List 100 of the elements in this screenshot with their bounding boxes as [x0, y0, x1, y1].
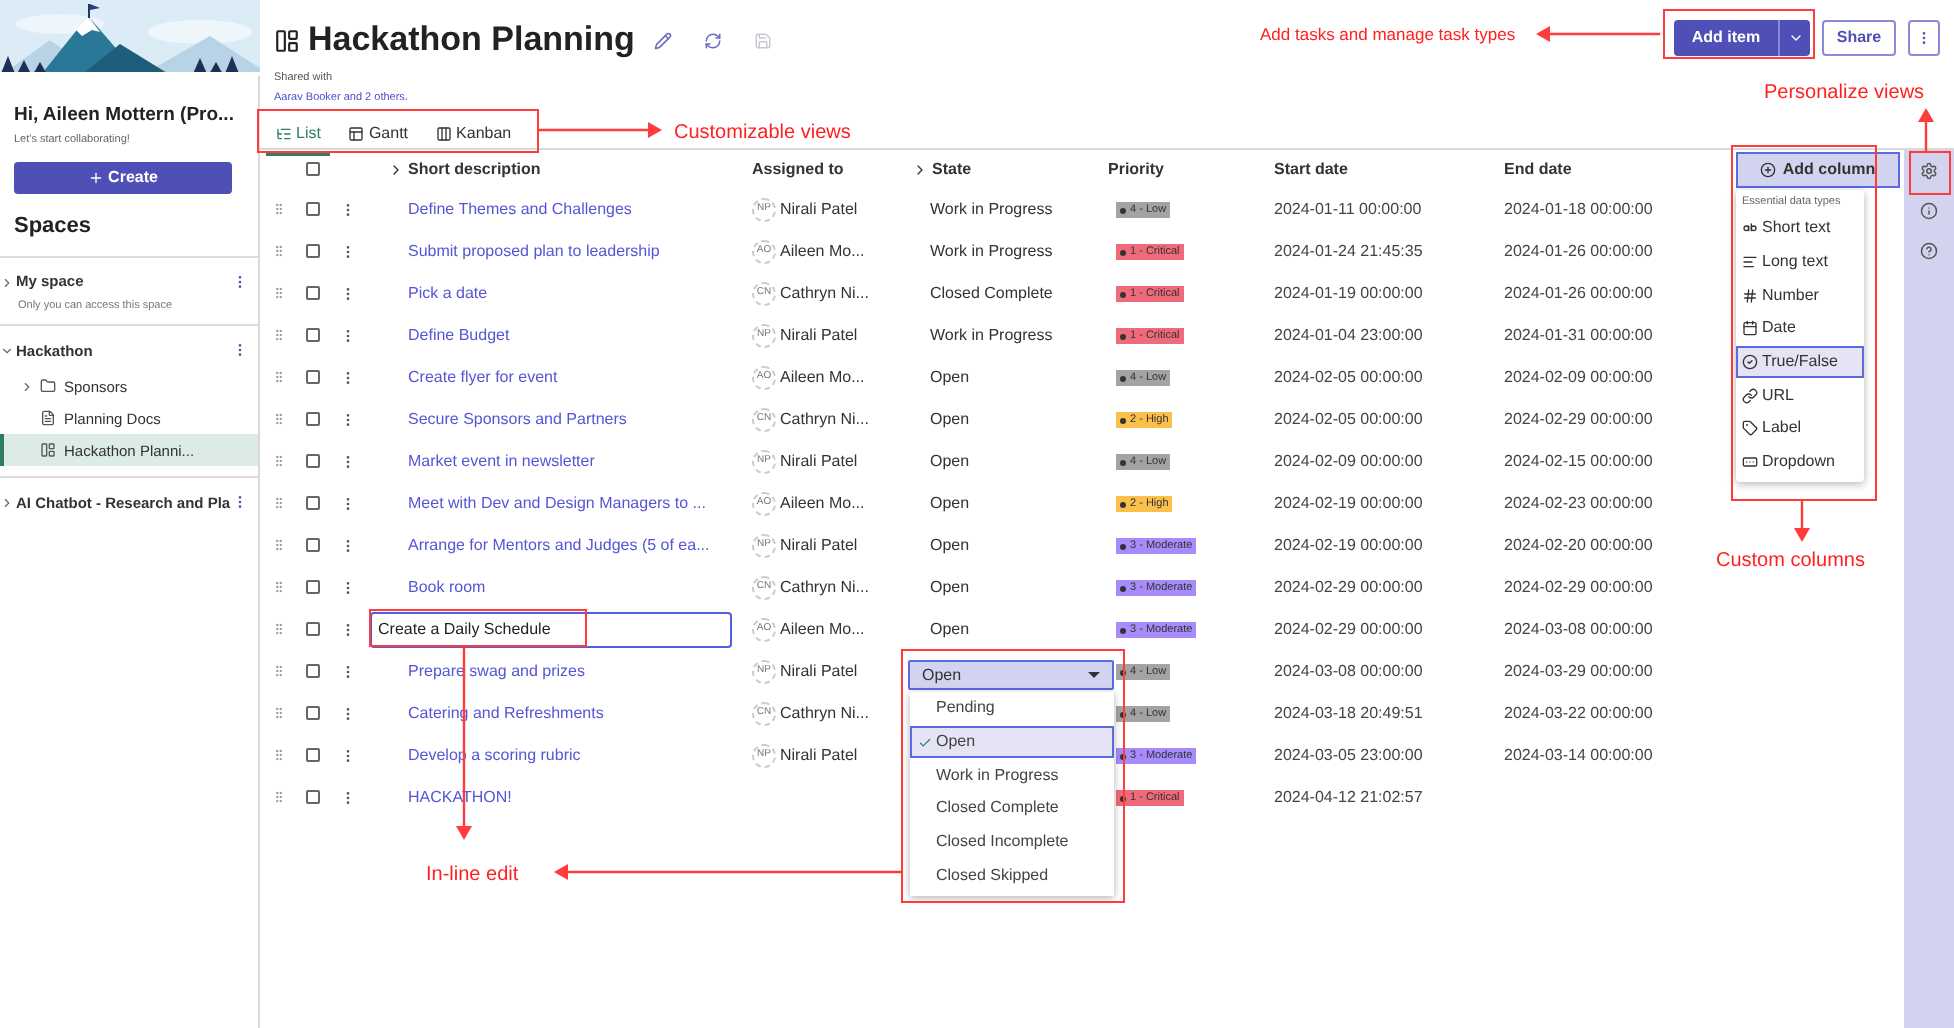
checkbox[interactable] [306, 454, 320, 468]
column-header[interactable]: End date [1504, 159, 1572, 177]
menu-item[interactable]: Long text [1736, 245, 1864, 279]
menu-item[interactable]: Short text [1736, 212, 1864, 246]
drag-handle-icon[interactable] [271, 496, 285, 510]
menu-item[interactable]: Label [1736, 412, 1864, 446]
expand-icon[interactable] [388, 161, 404, 177]
add-column-button[interactable]: Add column [1736, 151, 1900, 187]
menu-item[interactable]: True/False [1736, 345, 1864, 379]
help-icon[interactable] [1920, 242, 1938, 260]
checkbox[interactable] [306, 162, 320, 176]
task-link[interactable]: Define Budget [366, 323, 510, 347]
state-option[interactable]: Closed Skipped [910, 858, 1114, 893]
checkbox[interactable] [306, 244, 320, 258]
state-text: Open [930, 367, 970, 385]
drag-handle-icon[interactable] [271, 580, 285, 594]
assignee-name: Cathryn Ni... [780, 575, 869, 599]
more-button[interactable] [1908, 20, 1940, 56]
column-header[interactable]: Start date [1274, 159, 1348, 177]
edit-icon[interactable] [654, 31, 673, 49]
drag-handle-icon[interactable] [271, 790, 285, 804]
task-link[interactable]: Arrange for Mentors and Judges (5 of ea... [366, 533, 710, 557]
chevron-down-icon[interactable] [0, 343, 16, 358]
state-option[interactable]: Pending [910, 692, 1114, 726]
column-header[interactable]: Priority [1108, 159, 1165, 177]
checkbox[interactable] [306, 412, 320, 426]
label-type-icon [1742, 420, 1758, 437]
assignee-name: Nirali Patel [780, 533, 858, 557]
caret-icon [1088, 672, 1100, 678]
dropdown-button[interactable] [1778, 20, 1810, 56]
view-tab[interactable]: List [266, 117, 331, 155]
task-link[interactable]: Book room [366, 575, 486, 599]
state-option[interactable]: Open [910, 725, 1114, 759]
board-icon [274, 27, 300, 53]
checkbox[interactable] [306, 748, 320, 762]
column-header[interactable]: Assigned to [752, 159, 844, 177]
create-button[interactable]: Create [14, 161, 232, 193]
drag-handle-icon[interactable] [271, 412, 285, 426]
highlight-frame [1909, 151, 1951, 195]
task-link[interactable]: Market event in newsletter [366, 449, 595, 473]
inline-edit-field[interactable]: Create a Daily Schedule [370, 611, 732, 647]
state-option[interactable]: Closed Incomplete [910, 825, 1114, 859]
url-type-icon [1742, 387, 1758, 404]
menu-item[interactable]: Dropdown [1736, 445, 1864, 479]
chevron-right-icon[interactable] [20, 379, 34, 394]
checkbox[interactable] [306, 286, 320, 300]
checkbox[interactable] [306, 664, 320, 678]
column-header[interactable]: State [932, 157, 972, 181]
task-link[interactable]: Submit proposed plan to leadership [366, 239, 660, 263]
start-date: 2024-01-19 00:00:00 [1274, 283, 1423, 301]
task-link[interactable]: Secure Sponsors and Partners [366, 407, 627, 431]
info-icon[interactable] [1920, 202, 1938, 220]
state-option[interactable]: Work in Progress [910, 758, 1114, 793]
drag-handle-icon[interactable] [271, 664, 285, 678]
expand-icon[interactable] [912, 161, 928, 177]
state-option[interactable]: Closed Complete [910, 792, 1114, 826]
drag-handle-icon[interactable] [271, 454, 285, 468]
annotation-arrow [1918, 108, 1934, 152]
column-header[interactable]: Short description [408, 157, 541, 181]
state-text: Open [930, 451, 970, 469]
annotation-text: In-line edit [426, 862, 519, 890]
task-link[interactable]: Meet with Dev and Design Managers to ... [366, 491, 706, 515]
drag-handle-icon[interactable] [271, 244, 285, 258]
add-item-button[interactable]: Add item [1674, 20, 1778, 56]
settings-icon[interactable] [1920, 162, 1938, 180]
view-tab[interactable]: Kanban [426, 117, 522, 155]
refresh-icon[interactable] [704, 31, 723, 49]
task-link[interactable]: Create flyer for event [366, 365, 558, 389]
annotation-text: Add tasks and manage task types [1260, 22, 1516, 48]
checkbox[interactable] [306, 538, 320, 552]
task-link[interactable]: Define Themes and Challenges [366, 197, 632, 221]
state-text: Work in Progress [930, 199, 1053, 217]
share-button[interactable]: Share [1822, 20, 1896, 56]
drag-handle-icon[interactable] [271, 706, 285, 720]
checkbox[interactable] [306, 580, 320, 594]
checkbox[interactable] [306, 370, 320, 384]
checkbox[interactable] [306, 706, 320, 720]
drag-handle-icon[interactable] [271, 622, 285, 636]
drag-handle-icon[interactable] [271, 286, 285, 300]
checkbox[interactable] [306, 790, 320, 804]
checkbox[interactable] [306, 202, 320, 216]
checkbox[interactable] [306, 622, 320, 636]
checkbox[interactable] [306, 328, 320, 342]
menu-item[interactable]: Number [1736, 278, 1864, 313]
menu-item[interactable]: Date [1736, 312, 1864, 346]
assignee-name: Cathryn Ni... [780, 701, 869, 725]
assignee-name: Nirali Patel [780, 743, 858, 767]
checkbox[interactable] [306, 496, 320, 510]
drag-handle-icon[interactable] [271, 748, 285, 762]
state-select[interactable]: Open [908, 660, 1114, 690]
start-date: 2024-01-24 21:45:35 [1274, 241, 1423, 259]
drag-handle-icon[interactable] [271, 538, 285, 552]
menu-item[interactable]: URL [1736, 378, 1864, 413]
drag-handle-icon[interactable] [271, 202, 285, 216]
view-tab[interactable]: Gantt [338, 117, 419, 155]
drag-handle-icon[interactable] [271, 328, 285, 342]
task-link[interactable]: Prepare swag and prizes [366, 659, 585, 683]
drag-handle-icon[interactable] [271, 370, 285, 384]
start-date: 2024-02-09 00:00:00 [1274, 451, 1423, 469]
task-link[interactable]: Pick a date [366, 281, 488, 305]
